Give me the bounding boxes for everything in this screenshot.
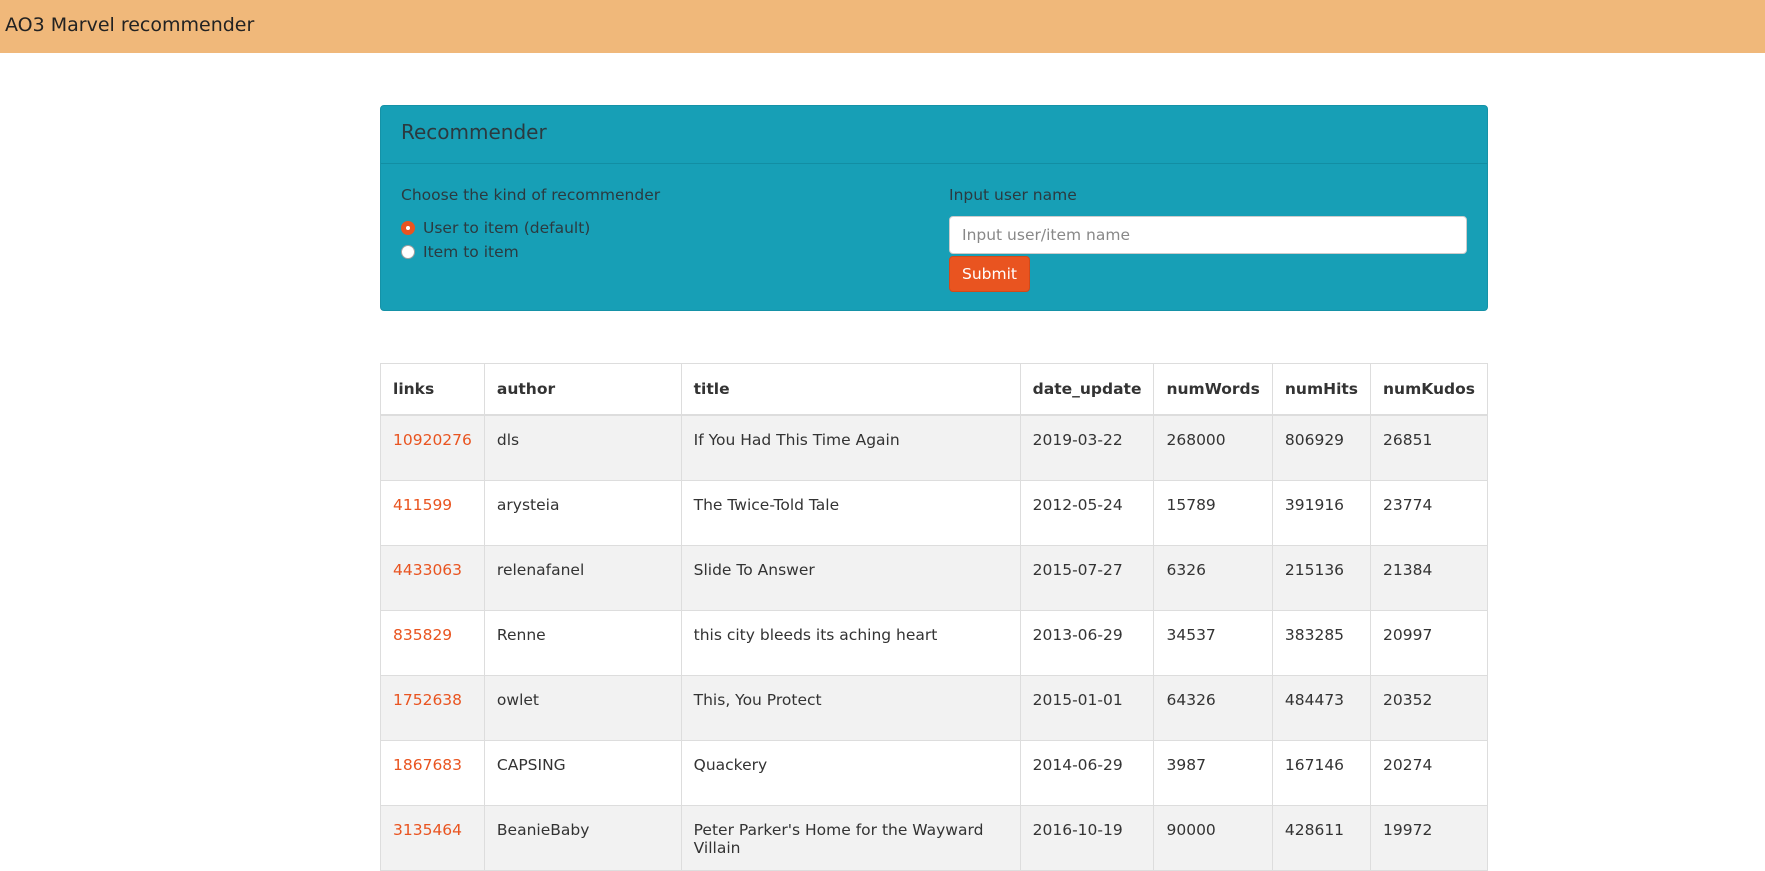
table-header-row: links author title date_update numWords … <box>381 364 1487 416</box>
cell-num-words: 6326 <box>1153 544 1273 610</box>
cell-num-kudos: 20997 <box>1370 609 1487 675</box>
cell-link: 1752638 <box>381 674 485 740</box>
recommender-panel: Recommender Choose the kind of recommend… <box>380 105 1488 311</box>
column-header-author[interactable]: author <box>484 364 682 416</box>
cell-link: 1867683 <box>381 739 485 805</box>
top-navbar: AO3 Marvel recommender <box>0 0 1765 53</box>
cell-author: arysteia <box>484 479 682 545</box>
table-row: 1867683 CAPSING Quackery 2014-06-29 3987… <box>381 739 1487 805</box>
results-table: links author title date_update numWords … <box>380 363 1488 871</box>
work-link[interactable]: 835829 <box>393 626 452 644</box>
cell-title: This, You Protect <box>681 674 1021 740</box>
cell-num-hits: 484473 <box>1272 674 1372 740</box>
cell-title: If You Had This Time Again <box>681 414 1021 480</box>
cell-date-update: 2014-06-29 <box>1020 739 1155 805</box>
cell-title: this city bleeds its aching heart <box>681 609 1021 675</box>
table-row: 835829 Renne this city bleeds its aching… <box>381 609 1487 675</box>
work-link[interactable]: 4433063 <box>393 561 462 579</box>
work-link[interactable]: 3135464 <box>393 821 462 839</box>
cell-num-words: 64326 <box>1153 674 1273 740</box>
cell-author: dls <box>484 414 682 480</box>
radio-item-to-item[interactable]: Item to item <box>401 240 660 264</box>
column-header-num-kudos[interactable]: numKudos <box>1370 364 1487 416</box>
cell-link: 4433063 <box>381 544 485 610</box>
column-header-num-hits[interactable]: numHits <box>1272 364 1372 416</box>
cell-date-update: 2019-03-22 <box>1020 414 1155 480</box>
table-row: 3135464 BeanieBaby Peter Parker's Home f… <box>381 804 1487 870</box>
cell-date-update: 2013-06-29 <box>1020 609 1155 675</box>
cell-num-kudos: 26851 <box>1370 414 1487 480</box>
cell-author: BeanieBaby <box>484 804 682 870</box>
recommender-type-group: Choose the kind of recommender User to i… <box>401 186 660 264</box>
cell-date-update: 2015-07-27 <box>1020 544 1155 610</box>
cell-author: CAPSING <box>484 739 682 805</box>
cell-link: 3135464 <box>381 804 485 870</box>
radio-user-to-item-button[interactable] <box>401 221 415 235</box>
panel-heading: Recommender <box>381 106 1487 164</box>
work-link[interactable]: 411599 <box>393 496 452 514</box>
radio-item-to-item-label[interactable]: Item to item <box>423 243 519 261</box>
cell-date-update: 2015-01-01 <box>1020 674 1155 740</box>
cell-date-update: 2016-10-19 <box>1020 804 1155 870</box>
work-link[interactable]: 1867683 <box>393 756 462 774</box>
table-row: 411599 arysteia The Twice-Told Tale 2012… <box>381 479 1487 545</box>
cell-num-kudos: 23774 <box>1370 479 1487 545</box>
cell-num-words: 15789 <box>1153 479 1273 545</box>
cell-title: Slide To Answer <box>681 544 1021 610</box>
table-row: 1752638 owlet This, You Protect 2015-01-… <box>381 674 1487 740</box>
column-header-num-words[interactable]: numWords <box>1153 364 1273 416</box>
cell-author: Renne <box>484 609 682 675</box>
cell-title: Quackery <box>681 739 1021 805</box>
cell-num-hits: 391916 <box>1272 479 1372 545</box>
cell-num-words: 3987 <box>1153 739 1273 805</box>
cell-num-hits: 428611 <box>1272 804 1372 870</box>
radio-user-to-item[interactable]: User to item (default) <box>401 216 660 240</box>
cell-link: 411599 <box>381 479 485 545</box>
cell-num-kudos: 19972 <box>1370 804 1487 870</box>
column-header-links[interactable]: links <box>381 364 485 416</box>
cell-num-hits: 806929 <box>1272 414 1372 480</box>
user-input-label: Input user name <box>949 186 1077 204</box>
cell-num-hits: 167146 <box>1272 739 1372 805</box>
column-header-date-update[interactable]: date_update <box>1020 364 1155 416</box>
radio-user-to-item-label[interactable]: User to item (default) <box>423 219 590 237</box>
work-link[interactable]: 10920276 <box>393 431 472 449</box>
cell-num-words: 90000 <box>1153 804 1273 870</box>
user-input-group: Input user name Submit <box>949 186 1467 292</box>
cell-num-hits: 383285 <box>1272 609 1372 675</box>
column-header-title[interactable]: title <box>681 364 1021 416</box>
cell-num-kudos: 20352 <box>1370 674 1487 740</box>
cell-link: 835829 <box>381 609 485 675</box>
cell-num-hits: 215136 <box>1272 544 1372 610</box>
work-link[interactable]: 1752638 <box>393 691 462 709</box>
cell-num-kudos: 20274 <box>1370 739 1487 805</box>
cell-num-words: 34537 <box>1153 609 1273 675</box>
radio-item-to-item-button[interactable] <box>401 245 415 259</box>
cell-date-update: 2012-05-24 <box>1020 479 1155 545</box>
cell-num-kudos: 21384 <box>1370 544 1487 610</box>
submit-button[interactable]: Submit <box>949 256 1030 292</box>
user-name-input[interactable] <box>949 216 1467 254</box>
app-title[interactable]: AO3 Marvel recommender <box>5 14 254 36</box>
cell-author: relenafanel <box>484 544 682 610</box>
cell-author: owlet <box>484 674 682 740</box>
cell-link: 10920276 <box>381 414 485 480</box>
cell-num-words: 268000 <box>1153 414 1273 480</box>
recommender-type-label: Choose the kind of recommender <box>401 186 661 204</box>
table-row: 10920276 dls If You Had This Time Again … <box>381 414 1487 480</box>
table-row: 4433063 relenafanel Slide To Answer 2015… <box>381 544 1487 610</box>
cell-title: Peter Parker's Home for the Wayward Vill… <box>681 804 1021 870</box>
panel-title: Recommender <box>401 120 547 144</box>
cell-title: The Twice-Told Tale <box>681 479 1021 545</box>
